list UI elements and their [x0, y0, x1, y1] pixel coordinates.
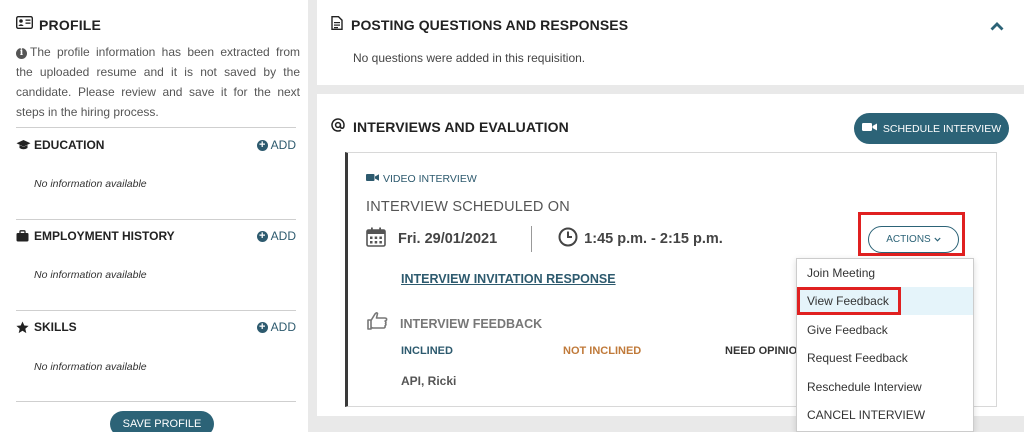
education-section-header: EDUCATION + ADD	[16, 138, 296, 152]
at-sign-icon	[331, 118, 345, 135]
clock-icon	[558, 227, 578, 252]
education-label: EDUCATION	[34, 138, 105, 152]
save-profile-button[interactable]: SAVE PROFILE	[110, 411, 214, 432]
employment-section-header: EMPLOYMENT HISTORY + ADD	[16, 229, 296, 243]
video-camera-icon	[366, 173, 379, 185]
interview-feedback-header: INTERVIEW FEEDBACK	[366, 311, 542, 336]
add-label: ADD	[270, 320, 296, 334]
divider	[16, 310, 296, 311]
star-icon	[16, 321, 32, 334]
interviewer-name: API, Ricki	[401, 374, 457, 388]
employment-label: EMPLOYMENT HISTORY	[34, 229, 175, 243]
interviews-title: INTERVIEWS AND EVALUATION	[353, 118, 569, 135]
profile-panel: PROFILE i The profile information has bee…	[0, 0, 308, 432]
skills-section-header: SKILLS + ADD	[16, 320, 296, 334]
graduation-cap-icon	[16, 139, 32, 151]
profile-info: i The profile information has been extrac…	[16, 42, 300, 122]
divider	[16, 219, 296, 220]
skills-label: SKILLS	[34, 320, 77, 334]
chevron-up-icon[interactable]	[990, 18, 1004, 36]
chevron-down-icon	[934, 234, 941, 245]
interview-date: Fri. 29/01/2021	[398, 231, 498, 247]
education-empty-text: No information available	[34, 178, 147, 190]
menu-item-join-meeting[interactable]: Join Meeting	[797, 259, 973, 287]
actions-label: ACTIONS	[886, 234, 931, 245]
add-education-button[interactable]: + ADD	[256, 138, 296, 152]
interview-feedback-title: INTERVIEW FEEDBACK	[400, 316, 543, 331]
divider	[16, 127, 296, 128]
add-label: ADD	[270, 138, 296, 152]
profile-info-text: The profile information has been extract…	[16, 45, 300, 119]
divider	[16, 401, 296, 402]
actions-button[interactable]: ACTIONS	[868, 226, 959, 253]
schedule-interview-label: SCHEDULE INTERVIEW	[882, 122, 1002, 135]
schedule-interview-button[interactable]: SCHEDULE INTERVIEW	[854, 113, 1009, 144]
interview-type: VIDEO INTERVIEW	[366, 173, 477, 185]
need-opinion-label: NEED OPINION	[725, 345, 800, 357]
no-questions-text: No questions were added in this requisit…	[353, 51, 586, 65]
interview-type-label: VIDEO INTERVIEW	[383, 173, 477, 185]
posting-questions-header: POSTING QUESTIONS AND RESPONSES	[331, 16, 628, 33]
not-inclined-label: NOT INCLINED	[563, 345, 642, 357]
add-label: ADD	[270, 229, 296, 243]
document-icon	[331, 16, 343, 33]
actions-menu: Join Meeting View Feedback Give Feedback…	[796, 258, 974, 432]
menu-item-give-feedback[interactable]: Give Feedback	[797, 316, 973, 344]
hand-pointer-icon	[366, 311, 388, 336]
video-camera-icon	[861, 122, 877, 135]
invitation-response-link[interactable]: INTERVIEW INVITATION RESPONSE	[401, 272, 616, 286]
inclined-label: INCLINED	[401, 345, 453, 357]
info-icon: i	[16, 48, 27, 59]
menu-item-cancel-interview[interactable]: CANCEL INTERVIEW	[797, 401, 973, 429]
skills-empty-text: No information available	[34, 361, 147, 373]
calendar-icon	[366, 227, 386, 252]
posting-questions-title: POSTING QUESTIONS AND RESPONSES	[351, 16, 629, 33]
profile-title: PROFILE	[39, 17, 102, 33]
menu-item-reschedule-interview[interactable]: Reschedule Interview	[797, 373, 973, 401]
add-employment-button[interactable]: + ADD	[256, 229, 296, 243]
employment-empty-text: No information available	[34, 269, 147, 281]
divider	[531, 226, 533, 252]
interview-datetime: Fri. 29/01/2021 1:45 p.m. - 2:15 p.m.	[366, 226, 723, 252]
id-card-icon	[15, 15, 34, 34]
add-skill-button[interactable]: + ADD	[256, 320, 296, 334]
interviews-header: INTERVIEWS AND EVALUATION	[331, 118, 569, 135]
plus-circle-icon: +	[256, 139, 268, 151]
plus-circle-icon: +	[256, 230, 268, 242]
briefcase-icon	[16, 230, 32, 242]
interview-time: 1:45 p.m. - 2:15 p.m.	[584, 231, 723, 247]
plus-circle-icon: +	[256, 321, 268, 333]
scheduled-on-label: INTERVIEW SCHEDULED ON	[366, 199, 570, 215]
view-feedback-highlight-box	[797, 287, 901, 315]
posting-questions-card: POSTING QUESTIONS AND RESPONSES No quest…	[317, 0, 1024, 85]
profile-header: PROFILE	[15, 15, 102, 34]
menu-item-request-feedback[interactable]: Request Feedback	[797, 344, 973, 372]
